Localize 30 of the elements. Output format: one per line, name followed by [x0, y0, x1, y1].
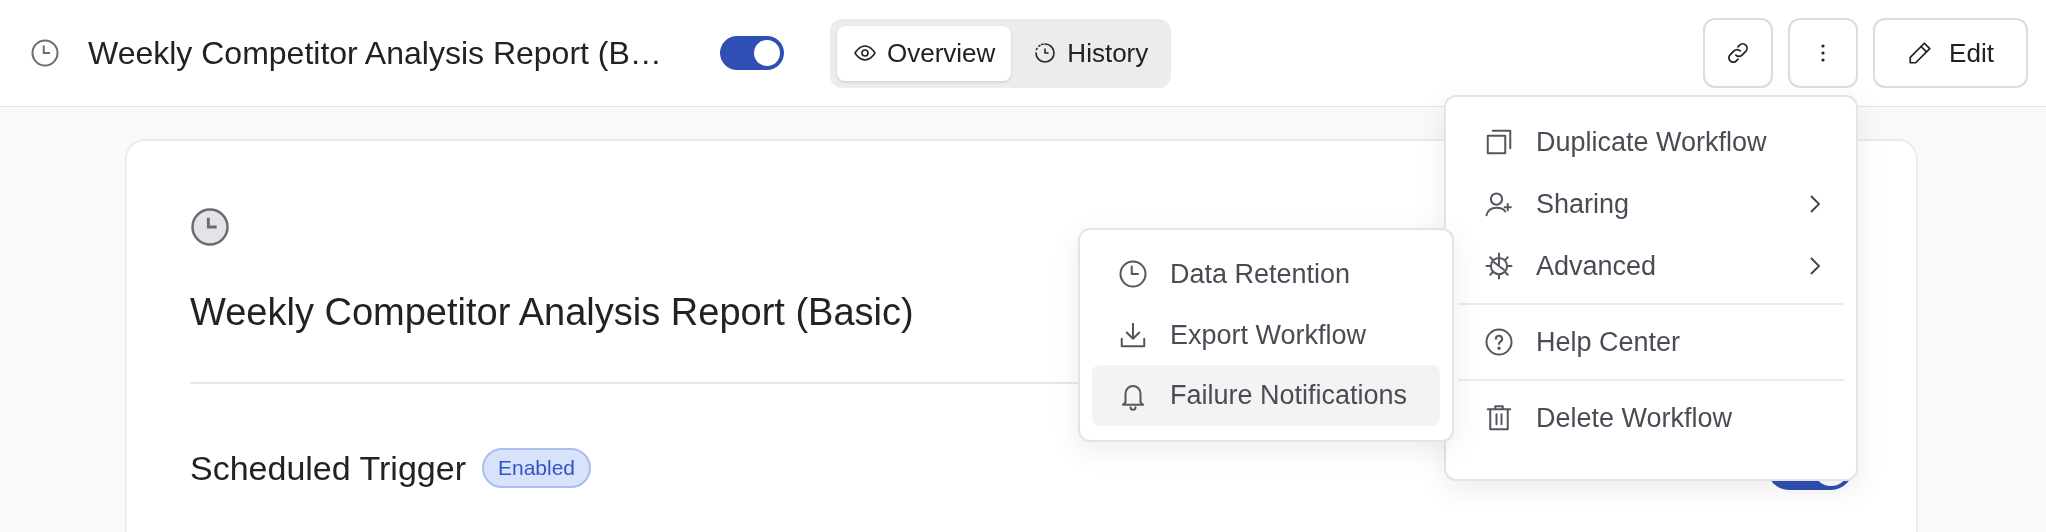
download-icon	[1118, 320, 1148, 350]
chevron-right-icon	[1808, 193, 1822, 215]
clock-icon	[30, 38, 60, 68]
pencil-icon	[1907, 40, 1934, 66]
gear-icon	[1484, 251, 1514, 281]
clock-icon	[190, 207, 230, 247]
status-badge: Enabled	[481, 448, 592, 488]
clock-icon	[1118, 259, 1148, 290]
menu-item[interactable]: Failure Notifications	[1092, 365, 1440, 426]
menu-item[interactable]: Advanced	[1458, 235, 1844, 297]
link-icon	[1725, 40, 1751, 66]
user-plus-icon	[1484, 189, 1514, 219]
help-icon	[1484, 327, 1514, 357]
history-icon	[1033, 41, 1058, 65]
copy-link-button[interactable]	[1703, 18, 1773, 88]
view-tab[interactable]: Overview	[837, 25, 1012, 81]
duplicate-icon	[1484, 127, 1514, 157]
view-tab[interactable]: History	[1017, 25, 1165, 81]
menu-item[interactable]: Sharing	[1458, 173, 1844, 235]
chevron-right-icon	[1808, 255, 1822, 277]
trash-icon	[1484, 403, 1514, 433]
edit-button[interactable]: Edit	[1873, 18, 2028, 88]
menu-item[interactable]: Duplicate Workflow	[1458, 111, 1844, 173]
menu-item[interactable]: Data Retention	[1092, 244, 1440, 305]
menu-item[interactable]: Delete Workflow	[1458, 379, 1844, 449]
menu-item[interactable]: Export Workflow	[1092, 304, 1440, 366]
active-toggle[interactable]	[720, 36, 784, 70]
trigger-label: Scheduled Trigger	[190, 448, 466, 488]
menu-item[interactable]: Help Center	[1458, 303, 1844, 373]
workflow-title: Weekly Competitor Analysis Report (B…	[88, 34, 663, 72]
